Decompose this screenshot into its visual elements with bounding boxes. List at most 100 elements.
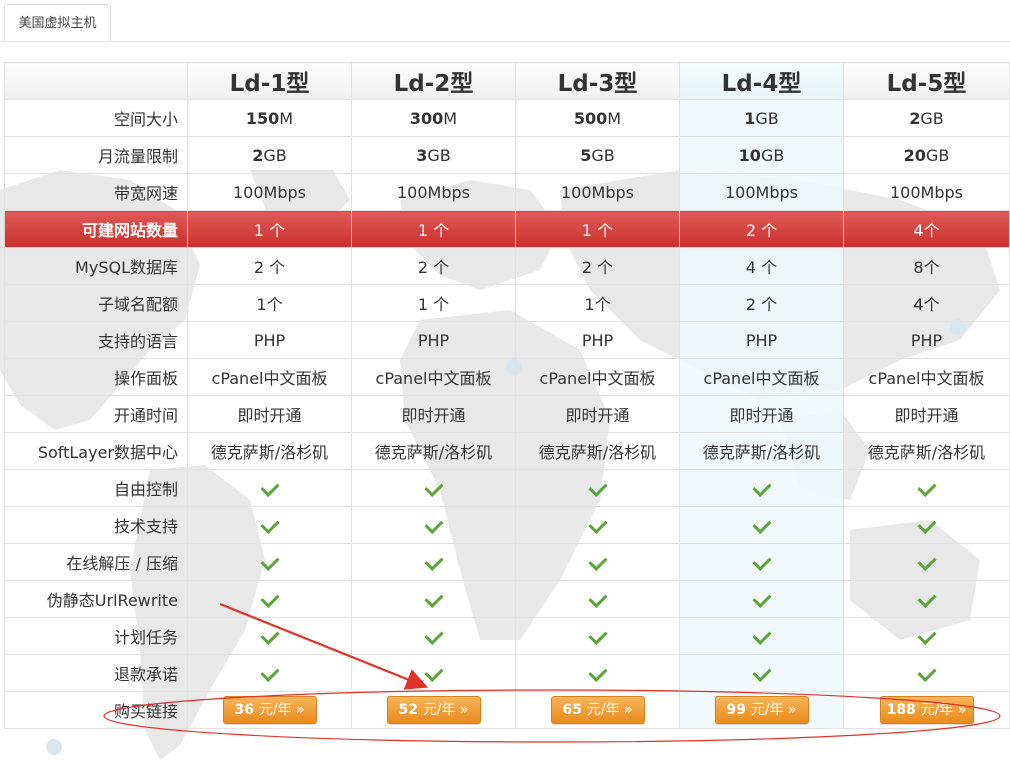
table-cell: 1 个 (351, 284, 516, 322)
table-cell: 3GB (351, 136, 516, 174)
table-cell (515, 617, 680, 655)
check-icon (587, 625, 608, 645)
table-cell (515, 580, 680, 618)
table-cell: 德克萨斯/洛杉矶 (843, 432, 1010, 470)
table-cell: 2 个 (187, 247, 352, 285)
tab-us-virtual-host[interactable]: 美国虚拟主机 (4, 4, 111, 41)
buy-price: 36 (234, 702, 254, 718)
table-cell (187, 580, 352, 618)
plan-name: Ld-3型 (515, 62, 680, 100)
table-cell (351, 654, 516, 692)
table-cell (187, 617, 352, 655)
check-icon (259, 551, 280, 571)
table-cell: 36 元/年 » (187, 691, 352, 729)
table-cell (515, 469, 680, 507)
check-icon (587, 514, 608, 534)
row-label: 技术支持 (4, 506, 188, 544)
table-row: 技术支持 (4, 506, 1010, 544)
table-cell: 4 个 (679, 247, 844, 285)
table-cell: 2 个 (515, 247, 680, 285)
check-icon (916, 625, 937, 645)
cell-number: 150 (245, 108, 280, 128)
table-cell: 8个 (843, 247, 1010, 285)
table-cell: cPanel中文面板 (679, 358, 844, 396)
plan-name: Ld-1型 (187, 62, 352, 100)
check-icon (423, 551, 444, 571)
cell-number: 2 (909, 108, 921, 128)
table-cell: 100Mbps (843, 173, 1010, 211)
row-label: 操作面板 (4, 358, 188, 396)
table-cell: 1 个 (351, 210, 516, 248)
cell-unit: GB (427, 145, 451, 165)
cell-unit: GB (760, 145, 785, 165)
pricing-table: Ld-1型 Ld-2型 Ld-3型 Ld-4型 Ld-5型 空间大小 150M 30… (4, 62, 1010, 729)
table-cell: PHP (679, 321, 844, 359)
table-cell (187, 654, 352, 692)
check-icon (587, 662, 608, 682)
tab-bar: 美国虚拟主机 (0, 0, 1010, 42)
plan-header-row: Ld-1型 Ld-2型 Ld-3型 Ld-4型 Ld-5型 (4, 62, 1010, 100)
cell-number: 20 (903, 145, 926, 165)
row-label: 支持的语言 (4, 321, 188, 359)
buy-button[interactable]: 52 元/年 » (386, 696, 481, 724)
table-cell: cPanel中文面板 (515, 358, 680, 396)
table-cell: 即时开通 (187, 395, 352, 433)
table-cell: 100Mbps (187, 173, 352, 211)
cell-number: 300 (409, 108, 444, 128)
check-icon (259, 625, 280, 645)
table-cell (679, 617, 844, 655)
table-cell: 10GB (679, 136, 844, 174)
check-icon (916, 514, 937, 534)
table-cell: 300M (351, 99, 516, 137)
table-row: 自由控制 (4, 469, 1010, 507)
table-row: 子域名配额 1个 1 个 1个 2 个 4个 (4, 284, 1010, 322)
buy-button[interactable]: 99 元/年 » (714, 696, 809, 724)
table-row: 在线解压 / 压缩 (4, 543, 1010, 581)
check-icon (587, 551, 608, 571)
buy-price: 65 (562, 702, 582, 718)
cell-unit: M (443, 108, 458, 128)
table-cell (843, 506, 1010, 544)
cell-unit: GB (920, 108, 944, 128)
table-cell: 即时开通 (679, 395, 844, 433)
cell-unit: M (279, 108, 294, 128)
check-icon (751, 551, 772, 571)
cell-number: 500 (573, 108, 608, 128)
table-cell: 4个 (843, 210, 1010, 248)
check-icon (259, 514, 280, 534)
table-cell: PHP (187, 321, 352, 359)
buy-button[interactable]: 188 元/年 » (879, 696, 974, 724)
header-corner (4, 62, 188, 100)
table-cell: 德克萨斯/洛杉矶 (679, 432, 844, 470)
buy-button[interactable]: 36 元/年 » (222, 696, 317, 724)
table-cell (843, 617, 1010, 655)
buy-row: 购买链接 36 元/年 » 52 元/年 » 65 元/年 » 99 元/年 » 188 … (4, 691, 1010, 729)
table-cell: 100Mbps (679, 173, 844, 211)
buy-unit: 元/年 » (920, 702, 967, 718)
table-cell: 4个 (843, 284, 1010, 322)
plan-name: Ld-4型 (679, 62, 844, 100)
table-cell: cPanel中文面板 (351, 358, 516, 396)
check-icon (423, 514, 444, 534)
check-icon (423, 662, 444, 682)
table-row: 伪静态UrlRewrite (4, 580, 1010, 618)
check-icon (259, 588, 280, 608)
table-cell (679, 543, 844, 581)
table-cell: 1GB (679, 99, 844, 137)
table-cell (515, 506, 680, 544)
buy-button[interactable]: 65 元/年 » (550, 696, 645, 724)
row-label: 带宽网速 (4, 173, 188, 211)
table-cell: 2 个 (351, 247, 516, 285)
table-cell: 即时开通 (843, 395, 1010, 433)
check-icon (916, 662, 937, 682)
cell-unit: GB (755, 108, 779, 128)
table-cell: 即时开通 (351, 395, 516, 433)
check-icon (751, 477, 772, 497)
table-cell (679, 654, 844, 692)
cell-number: 2 (252, 145, 264, 165)
table-cell: 500M (515, 99, 680, 137)
table-cell (843, 543, 1010, 581)
table-row: 计划任务 (4, 617, 1010, 655)
table-row: 月流量限制 2GB 3GB 5GB 10GB 20GB (4, 136, 1010, 174)
row-label: 在线解压 / 压缩 (4, 543, 188, 581)
